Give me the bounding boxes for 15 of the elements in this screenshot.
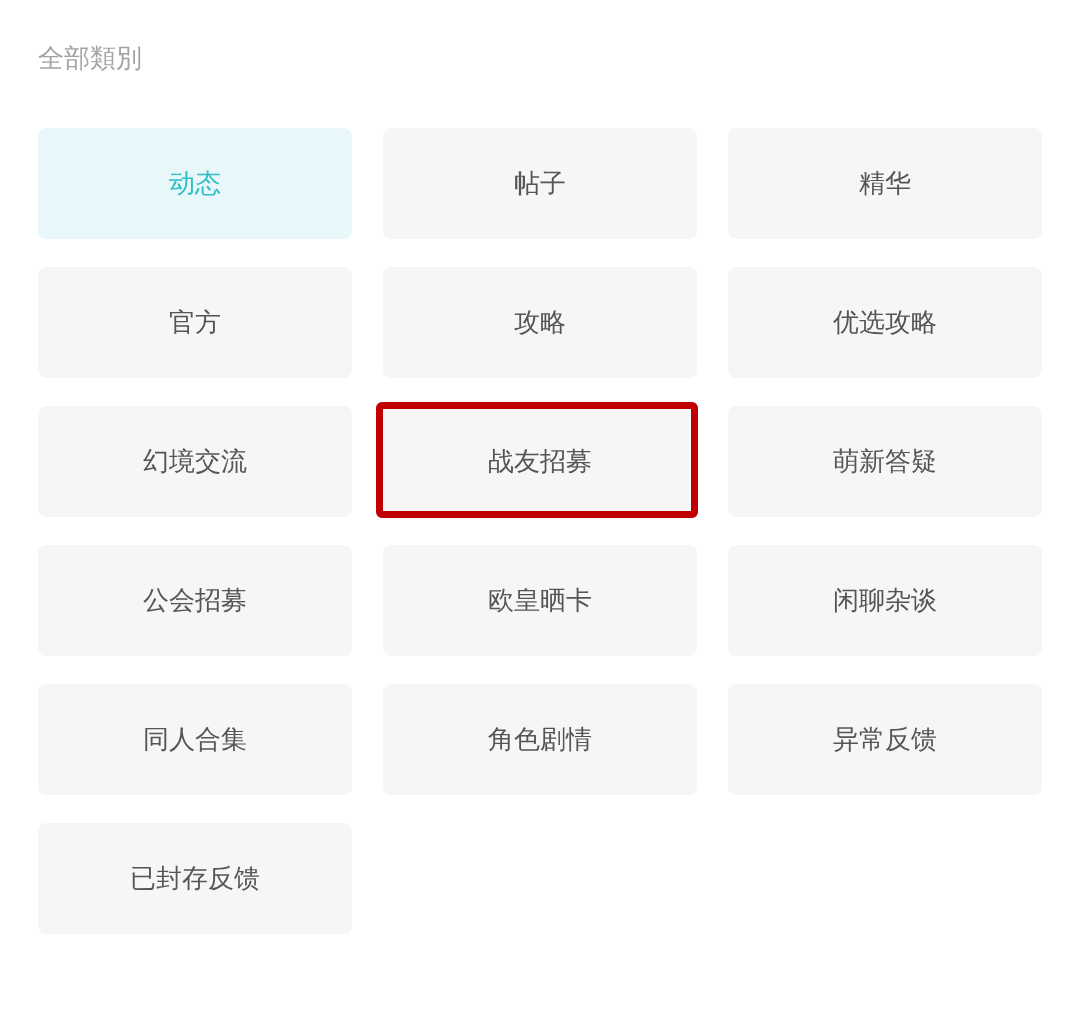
category-tab[interactable]: 欧皇晒卡 — [383, 545, 697, 656]
category-tab[interactable]: 帖子 — [383, 128, 697, 239]
category-tab[interactable]: 萌新答疑 — [728, 406, 1042, 517]
section-title: 全部類別 — [38, 42, 142, 74]
category-tab[interactable]: 攻略 — [383, 267, 697, 378]
category-tab[interactable]: 精华 — [728, 128, 1042, 239]
category-tab[interactable]: 闲聊杂谈 — [728, 545, 1042, 656]
category-tab[interactable]: 角色剧情 — [383, 684, 697, 795]
category-tab[interactable]: 官方 — [38, 267, 352, 378]
category-tab[interactable]: 公会招募 — [38, 545, 352, 656]
category-tab[interactable]: 同人合集 — [38, 684, 352, 795]
category-tab[interactable]: 异常反馈 — [728, 684, 1042, 795]
category-tab[interactable]: 已封存反馈 — [38, 823, 352, 934]
category-tab[interactable]: 幻境交流 — [38, 406, 352, 517]
category-tab[interactable]: 优选攻略 — [728, 267, 1042, 378]
